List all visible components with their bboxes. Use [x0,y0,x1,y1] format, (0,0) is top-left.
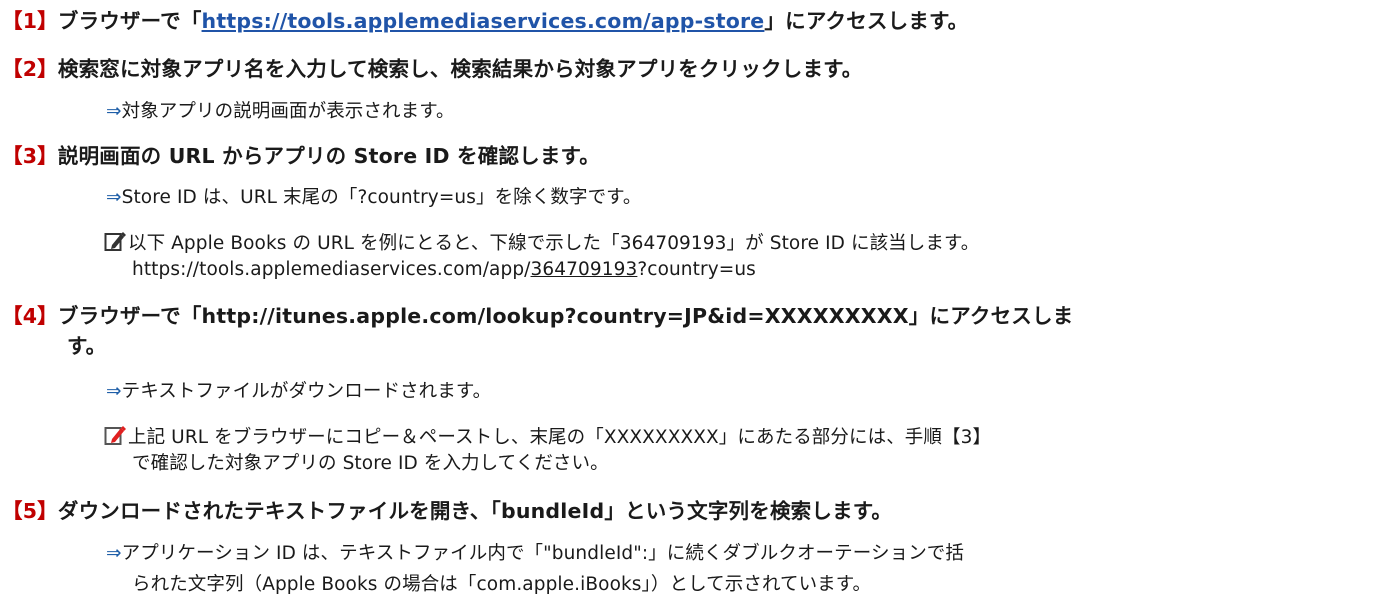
step-5-result-text-2: られた文字列（Apple Books の場合は「com.apple.iBooks… [132,574,872,595]
step-3-heading: 【3】説明画面の URL からアプリの Store ID を確認します。 [2,146,600,167]
step-5-number: 【5】 [2,499,58,523]
step-5-heading: 【5】ダウンロードされたテキストファイルを開き、「bundleId」という文字列… [2,501,892,522]
step-2-result: ⇒対象アプリの説明画面が表示されます。 [106,101,455,122]
step-2-text: 検索窓に対象アプリ名を入力して検索し、検索結果から対象アプリをクリックします。 [57,57,863,81]
step-4-note-cont: で確認した対象アプリの Store ID を入力してください。 [132,453,609,474]
step-2-number: 【2】 [2,57,58,81]
step-1-text-post: 」にアクセスします。 [764,9,969,33]
note-pencil-icon [104,232,126,251]
app-store-tools-link[interactable]: https://tools.applemediaservices.com/app… [202,9,765,33]
step-1-number: 【1】 [2,9,58,33]
step-4-note-text-1: 上記 URL をブラウザーにコピー＆ペーストし、末尾の「XXXXXXXXX」にあ… [128,427,992,448]
step-4-result-text: テキストファイルがダウンロードされます。 [121,381,492,402]
step-3-text: 説明画面の URL からアプリの Store ID を確認します。 [57,144,600,168]
step-3-number: 【3】 [2,144,58,168]
step-3-example-url: https://tools.applemediaservices.com/app… [132,259,756,280]
step-4-text-pre: ブラウザーで「 [57,304,202,328]
lookup-url: http://itunes.apple.com/lookup?country=J… [201,304,909,328]
step-5-result: ⇒アプリケーション ID は、テキストファイル内で「"bundleId":」に続… [106,543,964,564]
step-5-text: ダウンロードされたテキストファイルを開き、「bundleId」という文字列を検索… [57,499,893,523]
step-4-number: 【4】 [2,304,58,328]
step-3-result: ⇒Store ID は、URL 末尾の「?country=us」を除く数字です。 [106,187,642,208]
step-1-text-pre: ブラウザーで「 [57,9,202,33]
step-3-result-text: Store ID は、URL 末尾の「?country=us」を除く数字です。 [121,187,642,208]
note-pencil-icon [104,426,126,445]
arrow-icon: ⇒ [106,543,122,564]
step-2-result-text: 対象アプリの説明画面が表示されます。 [121,101,455,122]
step-4-note: 上記 URL をブラウザーにコピー＆ペーストし、末尾の「XXXXXXXXX」にあ… [104,424,991,448]
step-3-note: 以下 Apple Books の URL を例にとると、下線で示した「36470… [104,230,979,254]
example-url-prefix: https://tools.applemediaservices.com/app… [132,259,531,280]
step-4-heading: 【4】ブラウザーで「http://itunes.apple.com/lookup… [2,306,1073,327]
example-url-store-id: 364709193 [530,259,638,280]
example-url-suffix: ?country=us [637,259,756,280]
step-5-result-cont: られた文字列（Apple Books の場合は「com.apple.iBooks… [132,574,872,595]
step-4-heading-wrap: す。 [67,336,106,357]
step-3-note-text: 以下 Apple Books の URL を例にとると、下線で示した「36470… [128,233,980,254]
step-5-result-text-1: アプリケーション ID は、テキストファイル内で「"bundleId":」に続く… [121,543,964,564]
step-4-result: ⇒テキストファイルがダウンロードされます。 [106,381,492,402]
step-1-heading: 【1】ブラウザーで「https://tools.applemediaservic… [2,11,968,32]
arrow-icon: ⇒ [106,101,122,122]
arrow-icon: ⇒ [106,381,122,402]
step-4-text-post: 」にアクセスしま [908,304,1074,328]
step-4-text-wrap: す。 [67,334,107,358]
arrow-icon: ⇒ [106,187,122,208]
step-4-note-text-2: で確認した対象アプリの Store ID を入力してください。 [132,453,609,474]
step-2-heading: 【2】検索窓に対象アプリ名を入力して検索し、検索結果から対象アプリをクリックしま… [2,59,863,80]
